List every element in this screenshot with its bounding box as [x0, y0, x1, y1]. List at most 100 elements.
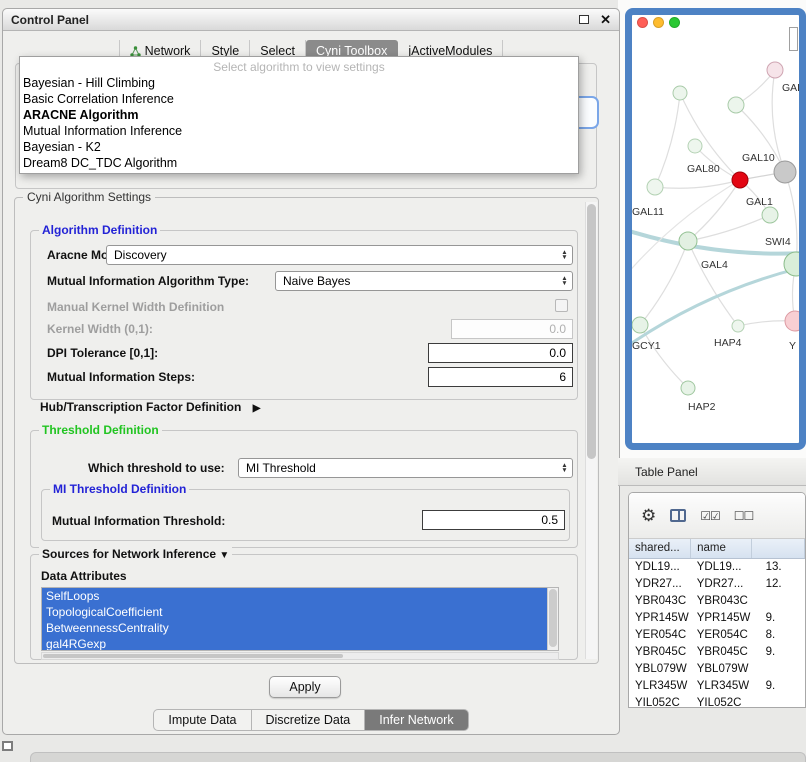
- settings-scrollbar[interactable]: [585, 202, 597, 659]
- algorithm-option[interactable]: Basic Correlation Inference: [20, 91, 578, 107]
- algorithm-option[interactable]: Bayesian - Hill Climbing: [20, 75, 578, 91]
- node-label: Y: [789, 340, 796, 352]
- node-label: HAP4: [714, 337, 742, 349]
- control-panel-title: Control Panel: [11, 13, 579, 27]
- which-threshold-value: MI Threshold: [246, 461, 316, 475]
- attribute-list-item[interactable]: BetweennessCentrality: [42, 620, 547, 636]
- network-node[interactable]: [681, 381, 695, 395]
- aracne-mode-select[interactable]: Discovery ▲▼: [106, 245, 573, 265]
- table-row[interactable]: YLR345W YLR345W 9.: [629, 678, 805, 695]
- deselect-all-checkboxes-icon[interactable]: ☐☐: [734, 509, 754, 523]
- network-node[interactable]: [679, 232, 697, 250]
- expand-arrow-icon[interactable]: ▶: [253, 403, 261, 414]
- table-row[interactable]: YDR27... YDR27... 12.: [629, 576, 805, 593]
- settings-scrollbar-thumb[interactable]: [587, 204, 596, 459]
- attributes-scrollbar-thumb[interactable]: [549, 589, 557, 647]
- cell-value: [752, 695, 805, 708]
- network-node[interactable]: [732, 172, 748, 188]
- algorithm-option[interactable]: Mutual Information Inference: [20, 123, 578, 139]
- network-node[interactable]: [732, 320, 744, 332]
- network-node[interactable]: [762, 207, 778, 223]
- network-edge: [688, 241, 738, 326]
- columns-icon[interactable]: [670, 509, 686, 522]
- cell-value: 9.: [752, 610, 805, 627]
- cell-value: 12.: [752, 576, 805, 593]
- column-header-shared-name[interactable]: shared...: [629, 539, 691, 558]
- sources-title[interactable]: Sources for Network Inference ▼: [39, 547, 232, 561]
- table-row[interactable]: YBR045C YBR045C 9.: [629, 644, 805, 661]
- dpi-tolerance-value: 0.0: [549, 346, 566, 360]
- table-row[interactable]: YER054C YER054C 8.: [629, 627, 805, 644]
- network-view-window[interactable]: GALGAL80GAL10GAL11GAL1SWI4GAL4GCY1HAP4HA…: [625, 8, 806, 450]
- network-node[interactable]: [728, 97, 744, 113]
- close-panel-icon[interactable]: ✕: [600, 13, 611, 26]
- cell-name: YBR043C: [691, 593, 752, 610]
- hub-transcription-factor-section[interactable]: Hub/Transcription Factor Definition ▶: [40, 400, 260, 414]
- cell-shared-name: YBL079W: [629, 661, 691, 678]
- network-node[interactable]: [632, 317, 648, 333]
- select-all-checkboxes-icon[interactable]: ☑☑: [700, 509, 720, 523]
- tab-impute-data[interactable]: Impute Data: [153, 709, 250, 731]
- network-node[interactable]: [688, 139, 702, 153]
- network-svg[interactable]: GALGAL80GAL10GAL11GAL1SWI4GAL4GCY1HAP4HA…: [632, 15, 799, 443]
- float-panel-icon[interactable]: [579, 15, 589, 24]
- table-row[interactable]: YBL079W YBL079W: [629, 661, 805, 678]
- algorithm-option[interactable]: Bayesian - K2: [20, 139, 578, 155]
- algorithm-definition-group: Algorithm Definition Aracne Mode: Discov…: [30, 230, 578, 400]
- attributes-hscrollbar[interactable]: [41, 652, 559, 660]
- network-node[interactable]: [785, 311, 799, 331]
- table-row[interactable]: YIL052C YIL052C: [629, 695, 805, 708]
- network-node[interactable]: [647, 179, 663, 195]
- network-scrollbar[interactable]: [789, 27, 798, 51]
- data-attributes-list: SelfLoops TopologicalCoefficient Between…: [41, 587, 559, 651]
- table-row[interactable]: YDL19... YDL19... 13.: [629, 559, 805, 576]
- mi-type-select[interactable]: Naive Bayes ▲▼: [275, 271, 573, 291]
- network-node[interactable]: [767, 62, 783, 78]
- collapse-arrow-icon[interactable]: ▼: [219, 550, 229, 561]
- table-row[interactable]: YPR145W YPR145W 9.: [629, 610, 805, 627]
- node-label: HAP2: [688, 401, 716, 413]
- algorithm-option[interactable]: ARACNE Algorithm: [20, 107, 578, 123]
- table-body: YDL19... YDL19... 13. YDR27... YDR27... …: [629, 559, 805, 708]
- which-threshold-label: Which threshold to use:: [88, 461, 225, 475]
- cell-name: YPR145W: [691, 610, 752, 627]
- cell-value: [752, 661, 805, 678]
- bottom-tabs: Impute Data Discretize Data Infer Networ…: [3, 709, 619, 731]
- threshold-definition-group: Threshold Definition Which threshold to …: [30, 430, 578, 548]
- kernel-width-label: Kernel Width (0,1):: [47, 322, 153, 336]
- table-panel-strip: Table Panel: [618, 458, 806, 486]
- which-threshold-select[interactable]: MI Threshold ▲▼: [238, 458, 573, 478]
- minimized-window-icon[interactable]: [2, 741, 13, 751]
- manual-kernel-checkbox[interactable]: [555, 299, 568, 312]
- network-node[interactable]: [673, 86, 687, 100]
- node-label: GAL1: [746, 196, 773, 208]
- cell-value: 9.: [752, 644, 805, 661]
- kernel-width-field[interactable]: 0.0: [451, 319, 573, 339]
- attribute-list-item[interactable]: TopologicalCoefficient: [42, 604, 547, 620]
- attributes-scrollbar[interactable]: [547, 588, 558, 650]
- column-header-clipped[interactable]: [752, 539, 805, 558]
- attribute-list-item[interactable]: SelfLoops: [42, 588, 547, 604]
- cell-name: YDR27...: [691, 576, 752, 593]
- mi-steps-field[interactable]: 6: [428, 367, 573, 387]
- dpi-tolerance-label: DPI Tolerance [0,1]:: [47, 346, 158, 360]
- apply-button[interactable]: Apply: [269, 676, 341, 698]
- network-edge: [688, 215, 770, 241]
- table-row[interactable]: YBR043C YBR043C: [629, 593, 805, 610]
- attributes-hscrollbar-thumb[interactable]: [43, 654, 343, 658]
- column-header-name[interactable]: name: [691, 539, 752, 558]
- algorithm-option[interactable]: Dream8 DC_TDC Algorithm: [20, 155, 578, 171]
- tab-discretize-data[interactable]: Discretize Data: [251, 709, 365, 731]
- network-edge: [785, 172, 797, 264]
- tab-infer-network[interactable]: Infer Network: [364, 709, 468, 731]
- node-label: GAL80: [687, 163, 720, 175]
- combo-arrows-icon: ▲▼: [557, 250, 572, 260]
- network-edge: [655, 93, 680, 187]
- dpi-tolerance-field[interactable]: 0.0: [428, 343, 573, 363]
- gear-icon[interactable]: ⚙: [641, 506, 656, 526]
- attribute-list-item[interactable]: gal4RGexp: [42, 636, 547, 651]
- network-node[interactable]: [774, 161, 796, 183]
- mi-threshold-field[interactable]: 0.5: [422, 510, 565, 530]
- sources-group: Sources for Network Inference ▼ Data Att…: [30, 554, 578, 660]
- cell-shared-name: YER054C: [629, 627, 691, 644]
